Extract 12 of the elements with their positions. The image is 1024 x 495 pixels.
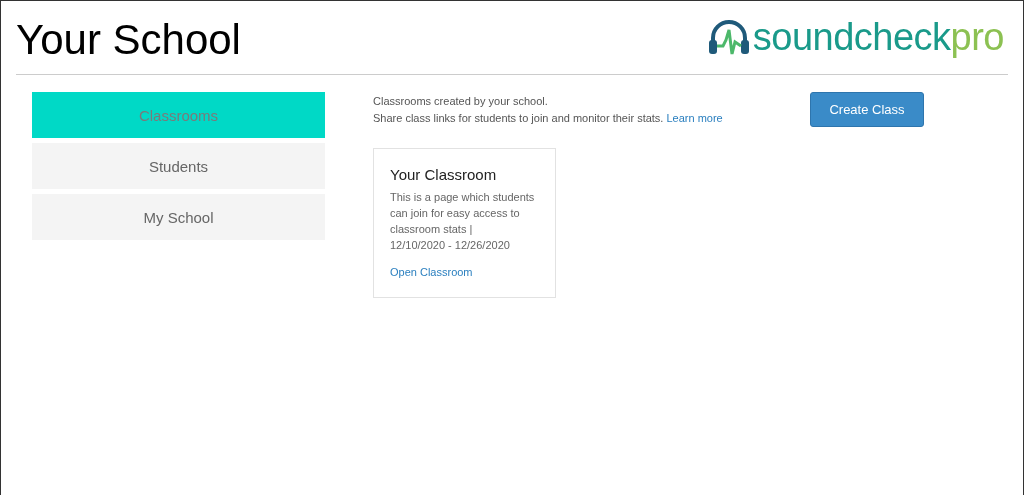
card-title: Your Classroom [390,166,498,183]
open-classroom-link[interactable]: Open Classroom [390,266,473,278]
card-description: This is a page which students can join for easy access to classroom stats | [390,190,536,237]
intro-text: Classrooms created by your school. Share class links for students to join and monitor their stats. Learn more [373,94,723,126]
page-title: Your School [16,14,241,64]
logo-text: soundcheckpro [752,16,1004,59]
learn-more-link[interactable]: Learn more [666,112,723,124]
create-class-button[interactable]: Create Class [810,92,924,127]
sidebar-item[interactable]: Classrooms [32,92,325,138]
sidebar-item[interactable]: My School [32,194,325,240]
sidebar-item[interactable]: Students [32,143,325,189]
card-dates: 12/10/2020 - 12/26/2020 [390,238,511,253]
